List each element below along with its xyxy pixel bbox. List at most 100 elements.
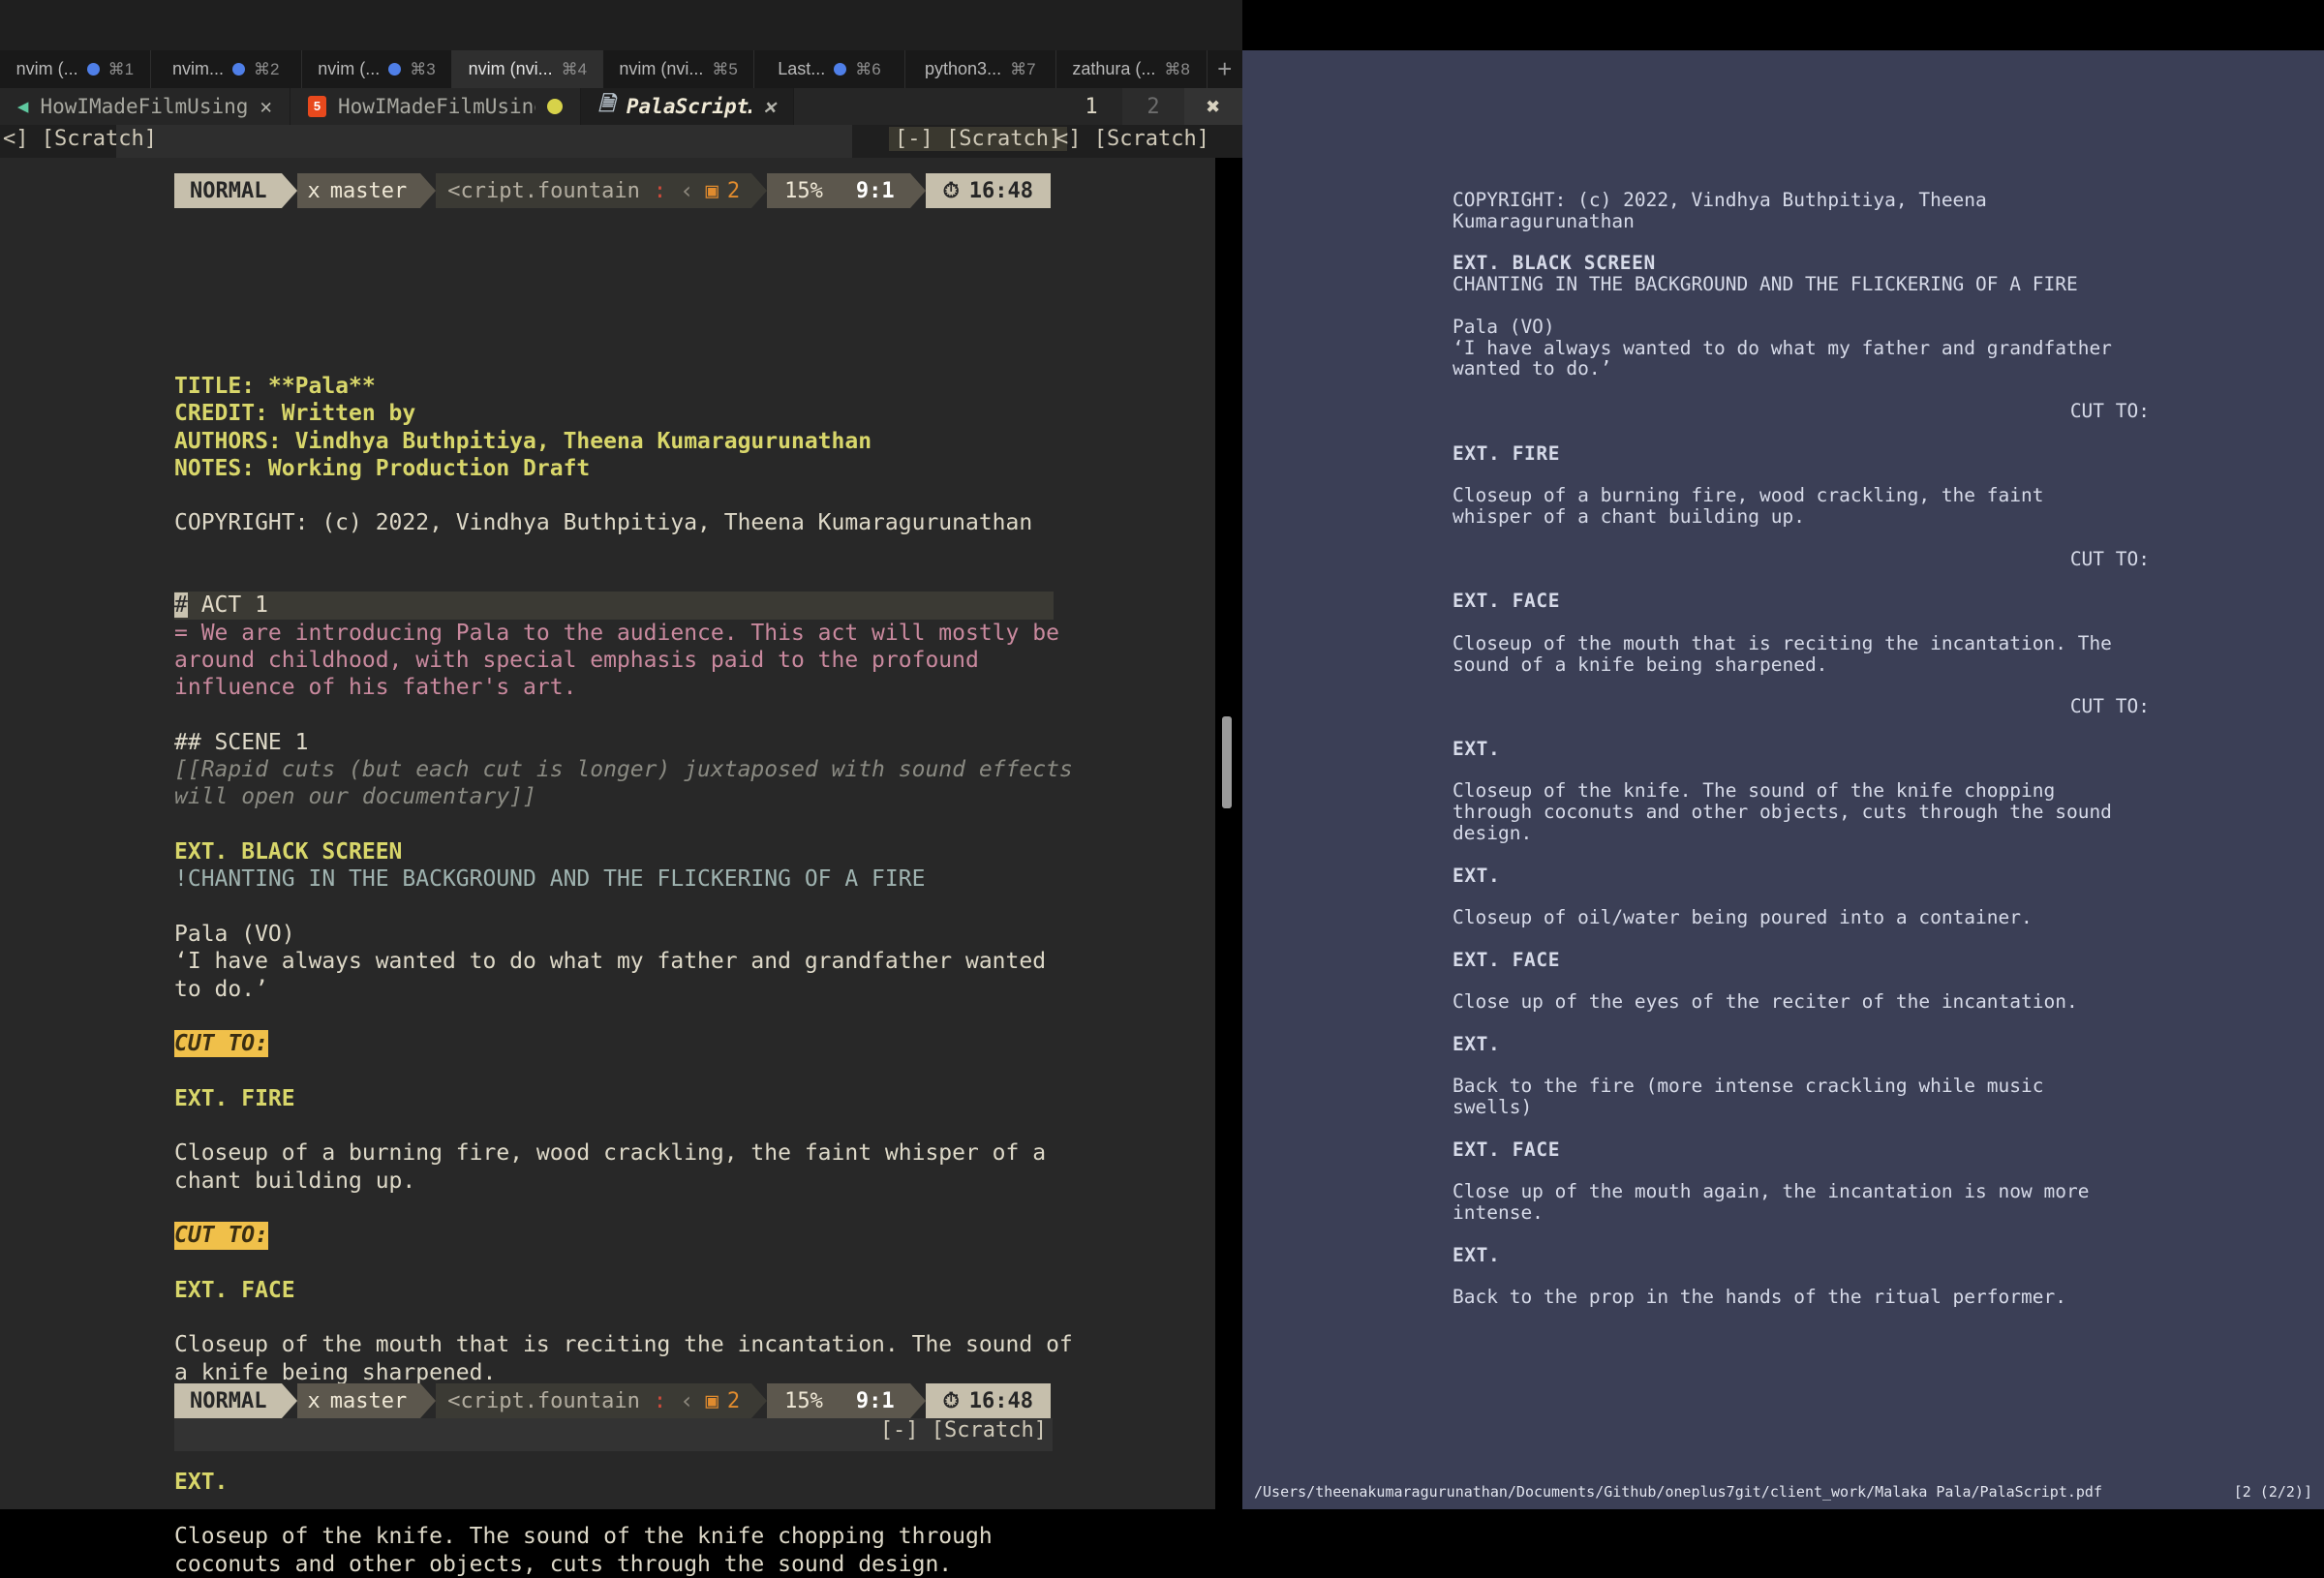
pdf-blank-line [1452,1161,2188,1182]
close-buffer-icon[interactable]: ✕ [260,95,272,118]
tabpage-1[interactable]: 1 [1060,88,1122,125]
status-mode-arrow [282,173,297,208]
bottom-scratch-label: [-] [Scratch] [174,1418,1053,1451]
status-time-arrow [910,173,926,208]
editor-line [174,1496,1104,1523]
status-time: 16:48 [969,179,1033,203]
pdf-line: Pala (VO) [1452,317,2188,338]
session-tab-5[interactable]: nvim (nvi...⌘5 [603,50,754,88]
pdf-line: Kumaragurunathan [1452,211,2188,232]
editor-line-text: a knife being sharpened. [174,1360,496,1385]
editor-line: CUT TO: [174,1030,1104,1057]
editor-line: [[Rapid cuts (but each cut is longer) ju… [174,756,1104,783]
pdf-blank-line [1452,844,2188,865]
text-cursor: # [174,592,188,618]
pdf-file-path: /Users/theenakumaragurunathan/Documents/… [1254,1483,2102,1501]
pdf-line: ‘I have always wanted to do what my fath… [1452,338,2188,359]
editor-line [174,1057,1104,1084]
editor-line-text: CUT TO: [174,1222,268,1249]
tabpage-numbers[interactable]: 12 [1060,88,1184,125]
editor-line-text: EXT. FIRE [174,1086,295,1111]
buffer-tab-label: HowIMadeFilmUsing… [40,95,248,118]
session-tab-label: zathura (... [1072,59,1155,79]
editor-bufferline[interactable]: ◀HowIMadeFilmUsing…✕5HowIMadeFilmUsing…🗎… [0,88,1242,125]
status-diagnostics: ▣ 2 [706,173,752,208]
pdf-line: Closeup of the mouth that is reciting th… [1452,633,2188,654]
session-tab-8[interactable]: zathura (...⌘8 [1056,50,1208,88]
pdf-title-strip [1242,0,2324,50]
status-filename-group-2: <cript.fountain : ‹ [436,1383,705,1418]
neovim-editor[interactable]: NORMAL x master <cript.fountain : ‹ ▣ 2 … [0,158,1242,1509]
session-tab-1[interactable]: nvim (...⌘1 [0,50,151,88]
zathura-window[interactable]: COPYRIGHT: (c) 2022, Vindhya Buthpitiya,… [1242,50,2324,1509]
editor-line: EXT. FACE [174,1277,1104,1304]
editor-line-text: AUTHORS: Vindhya Buthpitiya, Theena Kuma… [174,429,872,454]
editor-line-text: Closeup of the knife. The sound of the k… [174,1524,993,1549]
editor-line: a knife being sharpened. [174,1359,1104,1386]
session-tab-shortcut: ⌘1 [108,60,134,79]
session-tab-2[interactable]: nvim...⌘2 [151,50,302,88]
session-tab-4[interactable]: nvim (nvi...⌘4 [452,50,603,88]
editor-line: around childhood, with special emphasis … [174,647,1104,674]
status-time-2: 16:48 [969,1389,1033,1413]
pdf-line: EXT. [1452,865,2188,887]
editor-line [174,1112,1104,1139]
status-branch-label-2: master [330,1389,407,1413]
status-branch-arrow [420,173,436,208]
editor-line-text: CUT TO: [174,1030,268,1057]
activity-dot-icon [232,63,245,76]
session-tab-label: nvim (... [318,59,380,79]
editor-line-text: EXT. FACE [174,1278,295,1303]
pdf-line: design. [1452,823,2188,844]
chevron-left-icon: ‹ [680,177,693,204]
pdf-blank-line [1452,528,2188,549]
session-tab-shortcut: ⌘5 [712,60,737,79]
pdf-blank-line [1452,1224,2188,1245]
new-tab-button[interactable]: + [1208,50,1243,88]
status-time-arrow-2 [910,1383,926,1418]
pdf-blank-line [1452,1013,2188,1034]
winbar-scratch-row: <] [Scratch] [-] [Scratch] <] [Scratch] [0,125,1242,158]
session-tab-6[interactable]: Last...⌘6 [754,50,905,88]
session-tab-3[interactable]: nvim (...⌘3 [302,50,453,88]
status-branch-2: x master [297,1383,420,1418]
editor-line: will open our documentary]] [174,783,1104,810]
pdf-blank-line [1452,886,2188,907]
scrollbar-thumb[interactable] [1222,716,1232,808]
editor-line: AUTHORS: Vindhya Buthpitiya, Theena Kuma… [174,428,1104,455]
buffer-tab-1[interactable]: ◀HowIMadeFilmUsing…✕ [0,88,290,125]
pdf-line: Closeup of a burning fire, wood cracklin… [1452,485,2188,506]
editor-line: !CHANTING IN THE BACKGROUND AND THE FLIC… [174,865,1104,893]
close-buffer-icon[interactable]: ✕ [763,95,776,118]
pdf-blank-line [1452,232,2188,254]
status-branch-arrow-2 [420,1383,436,1418]
pdf-line: EXT. FACE [1452,1139,2188,1161]
status-diag-count: 2 [727,179,740,203]
editor-line-text: # ACT 1 [174,592,1054,619]
session-tab-label: Last... [778,59,825,79]
document-icon: 🗎 [598,90,615,124]
tabpage-2[interactable]: 2 [1122,88,1184,125]
editor-line: Closeup of the knife. The sound of the k… [174,1523,1104,1550]
editor-line: TITLE: **Pala** [174,373,1104,400]
session-tab-7[interactable]: python3...⌘7 [905,50,1056,88]
terminal-scroll-gutter[interactable] [1215,158,1242,1509]
pdf-blank-line [1452,1266,2188,1288]
status-diag-count-2: 2 [727,1389,740,1413]
buffer-tab-3[interactable]: 🗎PalaScript…✕ [581,88,794,125]
pdf-statusbar: /Users/theenakumaragurunathan/Documents/… [1242,1473,2324,1509]
editor-line-text: chant building up. [174,1168,415,1194]
status-location-2: 9:1 [841,1383,910,1418]
clock-icon: ⏱ [943,179,960,203]
status-mode-arrow-2 [282,1383,297,1418]
terminal-session-tabbar[interactable]: nvim (...⌘1nvim...⌘2nvim (...⌘3nvim (nvi… [0,50,1242,88]
buffer-tab-2[interactable]: 5HowIMadeFilmUsing… [290,88,581,125]
editor-line [174,482,1104,509]
session-tab-label: nvim (nvi... [469,59,553,79]
status-branch: x master [297,173,420,208]
editor-line-text: coconuts and other objects, cuts through… [174,1552,952,1577]
html5-icon: 5 [308,96,326,117]
editor-line: Closeup of a burning fire, wood cracklin… [174,1139,1104,1167]
status-diagnostics-2: ▣ 2 [706,1383,752,1418]
close-tab-button[interactable]: ✖ [1184,88,1242,125]
